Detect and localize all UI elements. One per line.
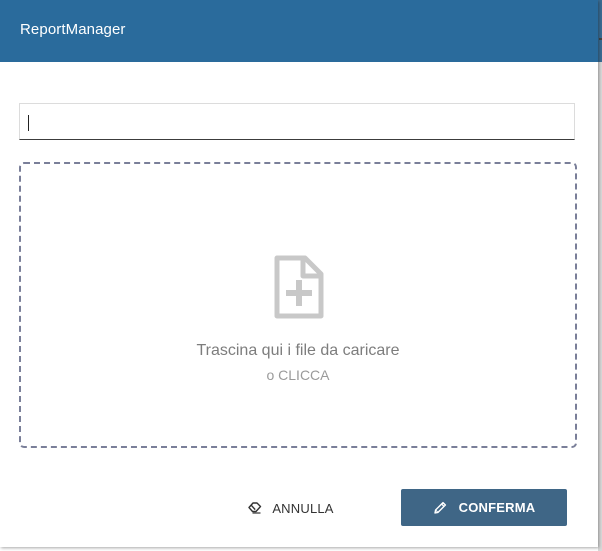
dialog-title: ReportManager bbox=[20, 21, 126, 38]
name-input[interactable] bbox=[20, 104, 574, 139]
cancel-button[interactable]: ANNULLA bbox=[240, 490, 342, 526]
file-plus-icon bbox=[274, 255, 324, 319]
dropzone-main-text: Trascina qui i file da caricare bbox=[196, 342, 400, 359]
file-dropzone[interactable]: Trascina qui i file da caricare o CLICCA bbox=[19, 162, 577, 448]
confirm-button-label: CONFERMA bbox=[458, 500, 536, 515]
pencil-icon bbox=[433, 501, 447, 515]
text-caret bbox=[28, 115, 29, 131]
eraser-icon bbox=[248, 502, 262, 514]
cancel-button-label: ANNULLA bbox=[272, 500, 334, 516]
dropzone-click-text[interactable]: o CLICCA bbox=[21, 367, 575, 383]
name-field[interactable] bbox=[19, 103, 575, 140]
report-manager-dialog: ReportManager Trascina qui i file da car… bbox=[0, 0, 598, 547]
dialog-header: ReportManager bbox=[0, 0, 598, 62]
confirm-button[interactable]: CONFERMA bbox=[401, 489, 567, 526]
background-page-edge bbox=[598, 0, 602, 551]
